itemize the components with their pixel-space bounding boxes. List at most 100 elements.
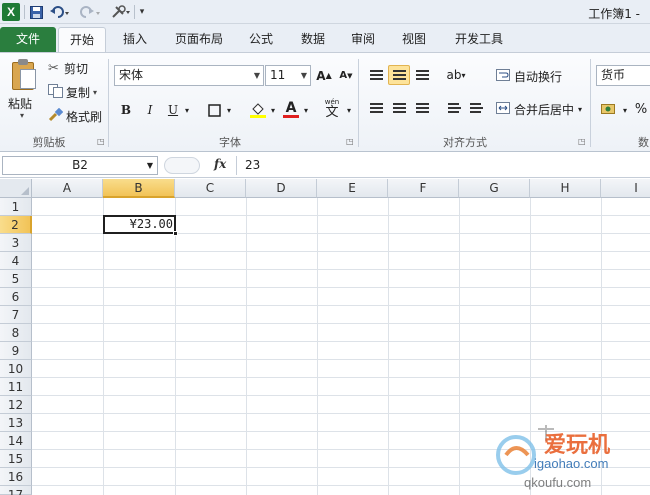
copy-dropdown-icon[interactable]: ▾ <box>93 88 97 97</box>
align-center-icon[interactable] <box>388 98 410 118</box>
grow-font-icon[interactable]: A ▲ <box>314 66 334 85</box>
row-header-13[interactable]: 13 <box>0 414 32 432</box>
chevron-down-icon[interactable]: ▼ <box>147 157 153 174</box>
underline-dropdown-icon[interactable]: ▾ <box>182 100 192 120</box>
row-header-5[interactable]: 5 <box>0 270 32 288</box>
ribbon-home: 粘贴 ▾ ✂ 剪切 复制 ▾ 格式刷 剪贴板 ◳ 宋体 ▼ 11 ▼ A ▲ A ▼… <box>0 52 650 152</box>
customize-quick-access-icon[interactable]: ▾ <box>137 3 147 21</box>
tab-insert[interactable]: 插入 <box>114 27 156 52</box>
formula-input[interactable]: 23 <box>236 156 648 175</box>
copy-button[interactable]: 复制 ▾ <box>48 84 97 101</box>
fill-handle[interactable] <box>173 231 178 236</box>
decrease-indent-icon[interactable] <box>442 98 464 118</box>
row-header-11[interactable]: 11 <box>0 378 32 396</box>
accounting-dropdown-icon[interactable]: ▾ <box>620 100 630 120</box>
clipboard-launcher-icon[interactable]: ◳ <box>97 137 105 146</box>
column-header-f[interactable]: F <box>388 179 459 198</box>
font-launcher-icon[interactable]: ◳ <box>346 137 354 146</box>
select-all-corner[interactable] <box>0 179 32 198</box>
tab-review[interactable]: 审阅 <box>342 27 384 52</box>
align-bottom-icon[interactable] <box>411 65 433 85</box>
row-header-8[interactable]: 8 <box>0 324 32 342</box>
gridline <box>601 198 602 495</box>
phonetic-dropdown-icon[interactable]: ▾ <box>344 100 354 120</box>
borders-dropdown-icon[interactable]: ▾ <box>224 100 234 120</box>
row-header-2[interactable]: 2 <box>0 216 32 234</box>
row-header-7[interactable]: 7 <box>0 306 32 324</box>
paste-icon[interactable] <box>8 59 40 93</box>
italic-button[interactable]: I <box>140 100 160 120</box>
row-header-15[interactable]: 15 <box>0 450 32 468</box>
shrink-font-icon[interactable]: A ▼ <box>336 66 356 85</box>
row-header-9[interactable]: 9 <box>0 342 32 360</box>
row-header-17[interactable]: 17 <box>0 486 32 495</box>
worksheet-grid[interactable]: A B C D E F G H I 1 2 3 4 5 6 7 8 9 10 1… <box>0 179 650 495</box>
column-header-i[interactable]: I <box>601 179 650 198</box>
gridline <box>32 449 650 450</box>
merge-dropdown-icon[interactable]: ▾ <box>578 105 582 114</box>
gridline <box>246 198 247 495</box>
formula-bar-splitter[interactable] <box>164 157 200 174</box>
insert-function-icon[interactable]: fx <box>214 157 226 171</box>
row-header-1[interactable]: 1 <box>0 198 32 216</box>
phonetic-guide-icon[interactable]: wén 文 <box>320 97 344 121</box>
accounting-format-icon[interactable] <box>598 99 620 119</box>
number-format-combo[interactable]: 货币 <box>596 65 650 86</box>
row-header-6[interactable]: 6 <box>0 288 32 306</box>
column-header-h[interactable]: H <box>530 179 601 198</box>
font-name-combo[interactable]: 宋体 ▼ <box>114 65 264 86</box>
font-color-dropdown-icon[interactable]: ▾ <box>301 100 311 120</box>
paste-dropdown-icon[interactable]: ▾ <box>20 111 24 120</box>
column-header-a[interactable]: A <box>32 179 103 198</box>
align-top-icon[interactable] <box>365 65 387 85</box>
redo-icon[interactable] <box>78 3 104 21</box>
column-header-d[interactable]: D <box>246 179 317 198</box>
alignment-launcher-icon[interactable]: ◳ <box>578 137 586 146</box>
tab-formulas[interactable]: 公式 <box>240 27 282 52</box>
row-header-10[interactable]: 10 <box>0 360 32 378</box>
chevron-down-icon: ▼ <box>253 71 260 80</box>
undo-icon[interactable] <box>48 3 74 21</box>
tab-file[interactable]: 文件 <box>0 27 56 52</box>
column-header-e[interactable]: E <box>317 179 388 198</box>
excel-logo-icon[interactable]: X <box>2 3 20 21</box>
row-header-16[interactable]: 16 <box>0 468 32 486</box>
name-box[interactable]: B2 ▼ <box>2 156 158 175</box>
align-right-icon[interactable] <box>411 98 433 118</box>
percent-button[interactable]: % <box>632 99 650 119</box>
save-icon[interactable] <box>28 3 44 21</box>
font-size-combo[interactable]: 11 ▼ <box>265 65 311 86</box>
fill-color-dropdown-icon[interactable]: ▾ <box>268 100 278 120</box>
tab-data[interactable]: 数据 <box>292 27 334 52</box>
fill-color-icon[interactable] <box>247 99 269 121</box>
row-header-14[interactable]: 14 <box>0 432 32 450</box>
font-color-icon[interactable]: A <box>281 98 301 120</box>
row-header-3[interactable]: 3 <box>0 234 32 252</box>
row-header-4[interactable]: 4 <box>0 252 32 270</box>
tab-home[interactable]: 开始 <box>58 27 106 52</box>
title-bar: X ▾ 工作簿1 - <box>0 0 650 24</box>
wrap-text-button[interactable]: 自动换行 <box>496 68 562 85</box>
tab-developer[interactable]: 开发工具 <box>446 27 512 52</box>
tools-icon[interactable] <box>110 3 132 21</box>
merge-center-button[interactable]: 合并后居中 ▾ <box>496 101 582 118</box>
bold-button[interactable]: B <box>116 100 136 120</box>
borders-icon[interactable] <box>205 100 223 120</box>
align-left-icon[interactable] <box>365 98 387 118</box>
align-middle-icon[interactable] <box>388 65 410 85</box>
format-painter-button[interactable]: 格式刷 <box>48 107 102 125</box>
paste-button[interactable]: 粘贴 <box>8 95 32 112</box>
gridline <box>317 198 318 495</box>
row-header-12[interactable]: 12 <box>0 396 32 414</box>
orientation-icon[interactable]: ab ▾ <box>443 65 469 85</box>
underline-button[interactable]: U <box>164 100 182 120</box>
column-header-c[interactable]: C <box>175 179 246 198</box>
column-header-g[interactable]: G <box>459 179 530 198</box>
column-header-b[interactable]: B <box>103 179 175 198</box>
increase-indent-icon[interactable] <box>464 98 486 118</box>
active-cell-b2[interactable]: ¥23.00 <box>103 215 176 234</box>
tab-page-layout[interactable]: 页面布局 <box>166 27 232 52</box>
font-group-label: 字体 <box>219 136 241 149</box>
cut-button[interactable]: ✂ 剪切 <box>48 60 88 77</box>
tab-view[interactable]: 视图 <box>393 27 435 52</box>
